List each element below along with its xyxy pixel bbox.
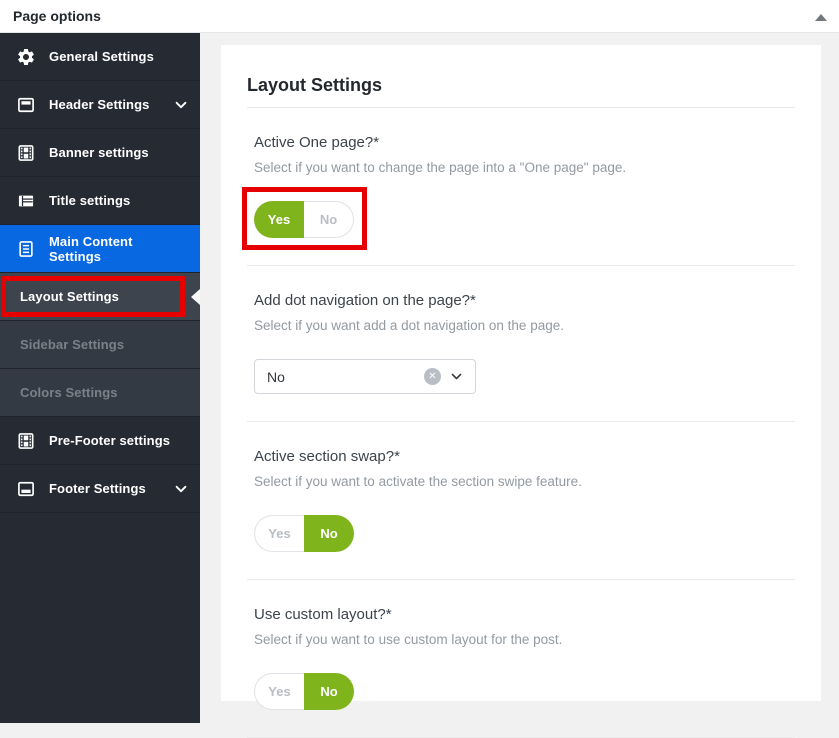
sidebar-item-colors-settings[interactable]: Colors Settings bbox=[0, 369, 200, 417]
sidebar-item-banner-settings[interactable]: Banner settings bbox=[0, 129, 200, 177]
setting-description: Select if you want to activate the secti… bbox=[254, 474, 788, 489]
sidebar-item-sidebar-settings[interactable]: Sidebar Settings bbox=[0, 321, 200, 369]
sidebar-item-label: Main Content Settings bbox=[49, 234, 188, 264]
header-icon bbox=[16, 95, 36, 115]
setting-description: Select if you want to change the page in… bbox=[254, 160, 788, 175]
sidebar-item-footer-settings[interactable]: Footer Settings bbox=[0, 465, 200, 513]
annotation-highlight-box: Yes No bbox=[242, 187, 367, 250]
collapse-panel-button[interactable] bbox=[813, 10, 829, 24]
chevron-down-icon bbox=[450, 370, 463, 383]
list-icon bbox=[16, 191, 36, 211]
dot-navigation-select[interactable]: No ✕ bbox=[254, 359, 476, 394]
panel-heading: Layout Settings bbox=[247, 45, 795, 108]
sidebar-item-general-settings[interactable]: General Settings bbox=[0, 33, 200, 81]
sidebar-item-label: Title settings bbox=[49, 193, 130, 208]
sidebar-item-title-settings[interactable]: Title settings bbox=[0, 177, 200, 225]
chevron-down-icon bbox=[174, 98, 188, 112]
gear-icon bbox=[16, 47, 36, 67]
sidebar-item-layout-settings[interactable]: Layout Settings bbox=[0, 273, 200, 321]
sidebar-item-label: Sidebar Settings bbox=[20, 337, 124, 352]
page-title: Page options bbox=[0, 8, 101, 24]
toggle-no-button[interactable]: No bbox=[304, 201, 354, 238]
sidebar-item-label: Banner settings bbox=[49, 145, 149, 160]
one-page-toggle: Yes No bbox=[254, 201, 354, 238]
sidebar-item-label: Footer Settings bbox=[49, 481, 146, 496]
setting-section-custom-layout: Use custom layout?* Select if you want t… bbox=[247, 580, 795, 738]
section-swap-toggle: Yes No bbox=[254, 515, 354, 552]
setting-description: Select if you want to use custom layout … bbox=[254, 632, 788, 647]
setting-section-active-one-page: Active One page?* Select if you want to … bbox=[247, 108, 795, 266]
setting-label: Active section swap?* bbox=[254, 448, 788, 465]
sidebar-item-label: Header Settings bbox=[49, 97, 149, 112]
custom-layout-toggle: Yes No bbox=[254, 673, 354, 710]
sidebar-item-label: Layout Settings bbox=[20, 289, 119, 304]
clear-selection-icon[interactable]: ✕ bbox=[424, 368, 441, 385]
layout-settings-panel: Layout Settings Active One page?* Select… bbox=[221, 45, 821, 701]
toggle-yes-button[interactable]: Yes bbox=[254, 673, 304, 710]
page-options-header: Page options bbox=[0, 0, 839, 33]
setting-label: Active One page?* bbox=[254, 134, 788, 151]
sidebar-item-main-content-settings[interactable]: Main Content Settings bbox=[0, 225, 200, 273]
toggle-yes-button[interactable]: Yes bbox=[254, 201, 304, 238]
setting-description: Select if you want add a dot navigation … bbox=[254, 318, 788, 333]
triangle-up-icon bbox=[815, 14, 827, 21]
setting-label: Add dot navigation on the page?* bbox=[254, 292, 788, 309]
film-icon bbox=[16, 143, 36, 163]
sidebar-item-label: Pre-Footer settings bbox=[49, 433, 170, 448]
setting-section-section-swap: Active section swap?* Select if you want… bbox=[247, 422, 795, 580]
sidebar-item-label: General Settings bbox=[49, 49, 154, 64]
select-value: No bbox=[267, 369, 424, 385]
toggle-no-button[interactable]: No bbox=[304, 673, 354, 710]
toggle-yes-button[interactable]: Yes bbox=[254, 515, 304, 552]
sidebar-item-header-settings[interactable]: Header Settings bbox=[0, 81, 200, 129]
toggle-no-button[interactable]: No bbox=[304, 515, 354, 552]
active-item-notch bbox=[191, 289, 200, 305]
chevron-down-icon bbox=[174, 482, 188, 496]
setting-label: Use custom layout?* bbox=[254, 606, 788, 623]
settings-sidebar: General Settings Header Settings Banner … bbox=[0, 33, 200, 723]
setting-section-dot-navigation: Add dot navigation on the page?* Select … bbox=[247, 266, 795, 422]
sidebar-item-pre-footer-settings[interactable]: Pre-Footer settings bbox=[0, 417, 200, 465]
footer-icon bbox=[16, 479, 36, 499]
film-icon bbox=[16, 431, 36, 451]
document-icon bbox=[16, 239, 36, 259]
sidebar-item-label: Colors Settings bbox=[20, 385, 118, 400]
settings-content-area: Layout Settings Active One page?* Select… bbox=[200, 33, 839, 723]
